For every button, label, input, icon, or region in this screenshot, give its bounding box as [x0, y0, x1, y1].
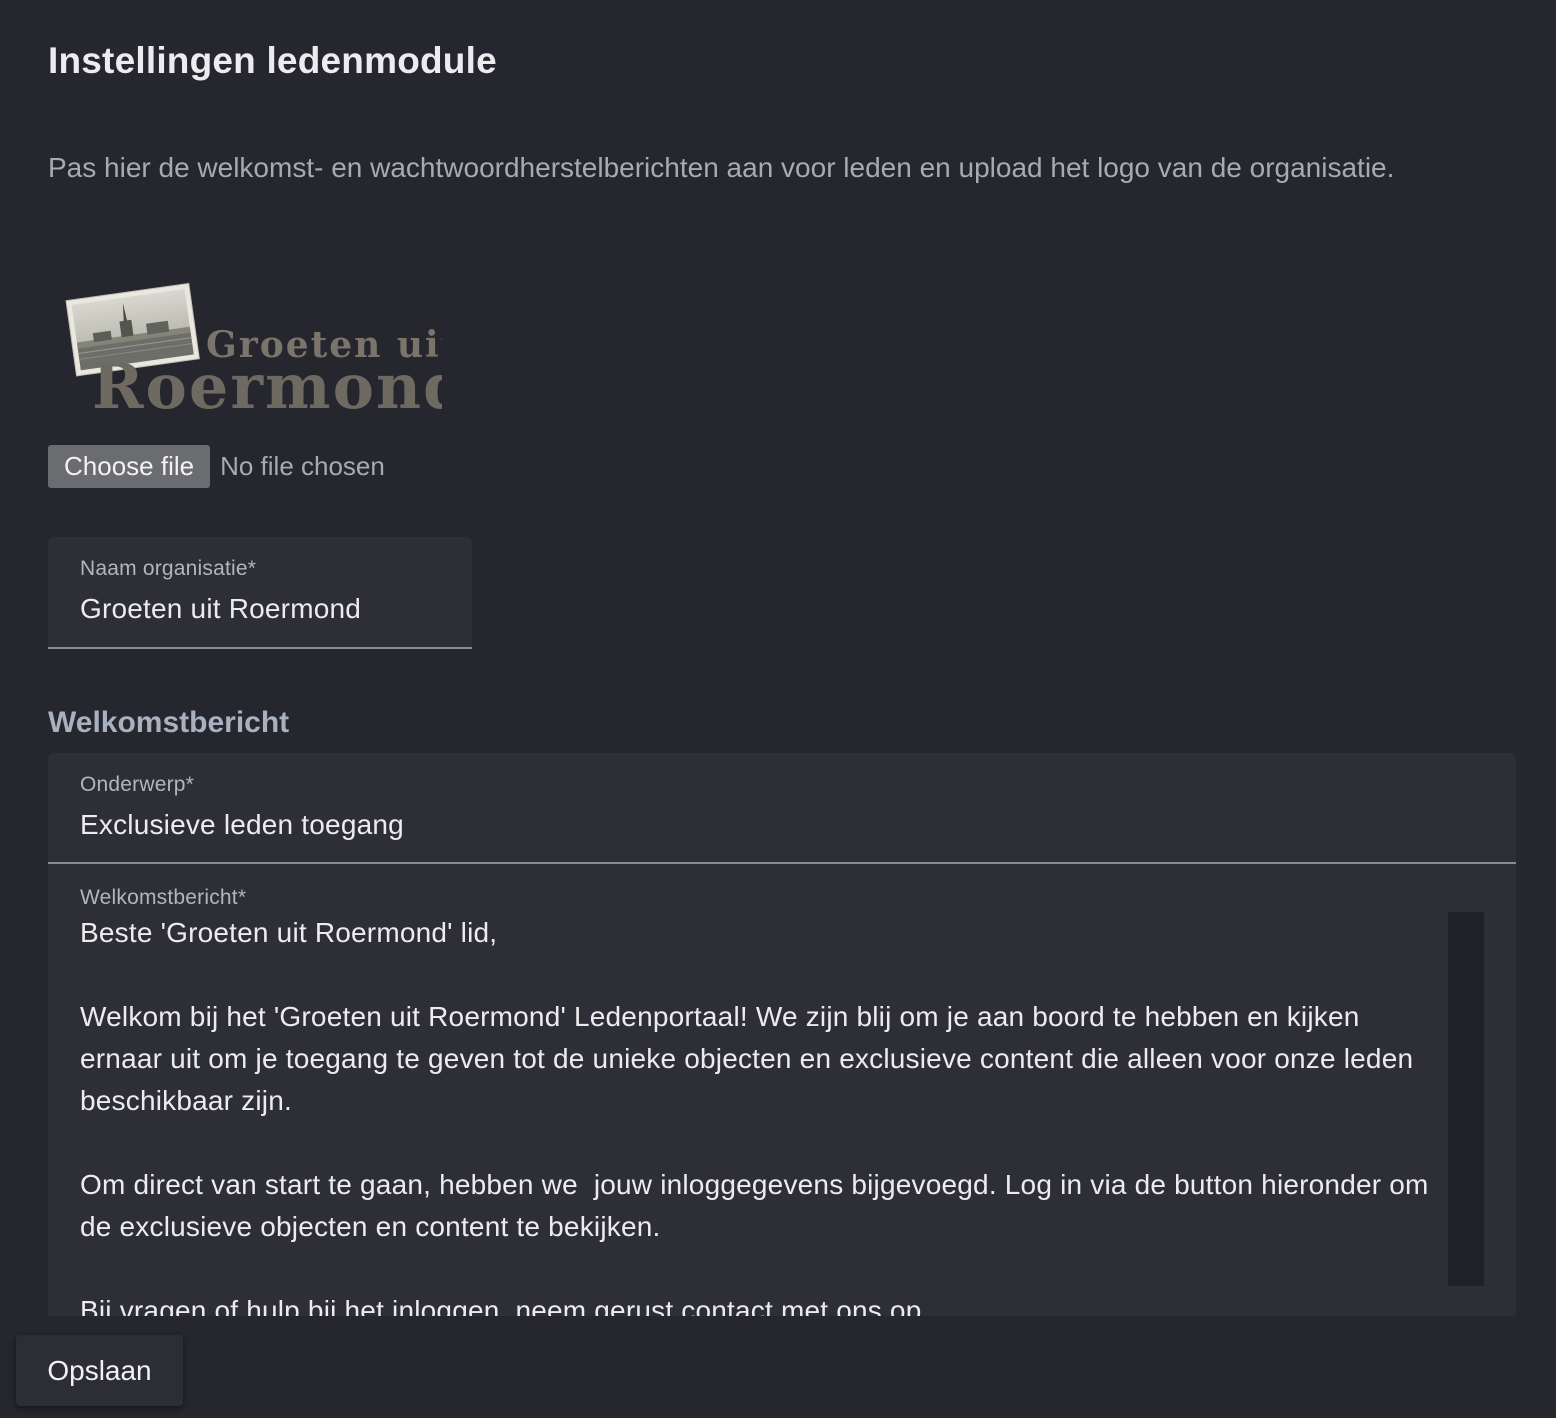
- page-title: Instellingen ledenmodule: [48, 40, 497, 81]
- organisation-name-label: Naam organisatie*: [80, 557, 257, 580]
- choose-file-button[interactable]: Choose file: [48, 445, 211, 488]
- welcome-message-textarea[interactable]: Beste 'Groeten uit Roermond' lid, Welkom…: [80, 912, 1440, 1316]
- logo-image: Groeten uit Roermond: [65, 282, 466, 423]
- organisation-logo: Groeten uit Roermond: [62, 280, 466, 423]
- save-button[interactable]: Opslaan: [16, 1335, 183, 1406]
- welcome-section-title: Welkomstbericht: [48, 706, 290, 739]
- logo-text-line2: Roermond: [92, 350, 442, 420]
- file-status: No file chosen: [220, 451, 385, 481]
- message-scrollbar[interactable]: [1448, 912, 1484, 1286]
- welcome-message-label: Welkomstbericht*: [80, 886, 247, 909]
- organisation-name-field[interactable]: Naam organisatie* Groeten uit Roermond: [48, 537, 472, 649]
- organisation-name-input[interactable]: Groeten uit Roermond: [80, 593, 361, 625]
- subject-input[interactable]: Exclusieve leden toegang: [80, 809, 404, 841]
- bottom-action-bar: [0, 1316, 1556, 1418]
- subject-label: Onderwerp*: [80, 773, 195, 796]
- page-description: Pas hier de welkomst- en wachtwoordherst…: [48, 152, 1395, 183]
- subject-field[interactable]: Onderwerp* Exclusieve leden toegang: [48, 753, 1516, 864]
- welcome-message-field[interactable]: Welkomstbericht* Beste 'Groeten uit Roer…: [48, 864, 1516, 1316]
- logo-upload: Choose file No file chosen: [48, 445, 385, 488]
